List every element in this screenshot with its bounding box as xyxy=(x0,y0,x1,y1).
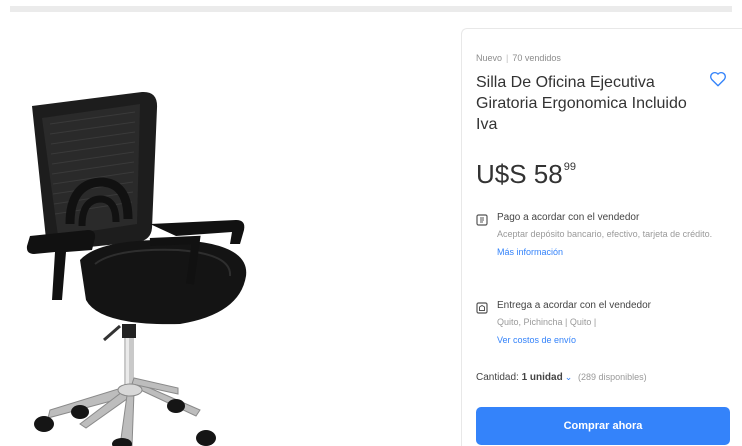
price-integer: U$S 58 xyxy=(476,159,563,189)
top-strip xyxy=(0,0,742,14)
quantity-selector[interactable]: Cantidad: 1 unidad ⌄ (289 disponibles) xyxy=(476,372,647,383)
quantity-label: Cantidad: xyxy=(476,372,519,383)
delivery-info: Entrega a acordar con el vendedor Quito,… xyxy=(476,299,736,348)
condition-label: Nuevo xyxy=(476,53,503,63)
payment-info: Pago a acordar con el vendedor Aceptar d… xyxy=(476,211,736,260)
quantity-value[interactable]: 1 unidad xyxy=(522,372,563,383)
meta-separator: | xyxy=(506,53,509,63)
heart-icon[interactable] xyxy=(709,70,727,88)
shipping-costs-link[interactable]: Ver costos de envío xyxy=(497,334,576,347)
payment-detail: Aceptar depósito bancario, efectivo, tar… xyxy=(497,229,713,239)
payment-more-info-link[interactable]: Más información xyxy=(497,246,563,259)
product-title: Silla De Oficina Ejecutiva Giratoria Erg… xyxy=(476,74,687,133)
price-cents: 99 xyxy=(563,161,576,173)
sold-count: 70 vendidos xyxy=(512,53,561,63)
product-gallery[interactable] xyxy=(0,14,460,446)
price: U$S 5899 xyxy=(476,159,576,190)
top-divider xyxy=(10,6,732,12)
product-info-panel: Nuevo | 70 vendidos Silla De Oficina Ejecu… xyxy=(461,28,742,446)
delivery-icon xyxy=(476,301,488,314)
available-stock: (289 disponibles) xyxy=(578,372,647,382)
product-image xyxy=(26,91,247,446)
payment-title: Pago a acordar con el vendedor xyxy=(497,212,640,223)
payment-icon xyxy=(476,213,488,226)
buy-now-button[interactable]: Comprar ahora xyxy=(476,407,730,445)
delivery-title: Entrega a acordar con el vendedor xyxy=(497,300,651,311)
delivery-detail: Quito, Pichincha | Quito | xyxy=(497,317,597,327)
product-meta: Nuevo | 70 vendidos xyxy=(476,53,561,63)
chevron-down-icon[interactable]: ⌄ xyxy=(565,372,573,382)
